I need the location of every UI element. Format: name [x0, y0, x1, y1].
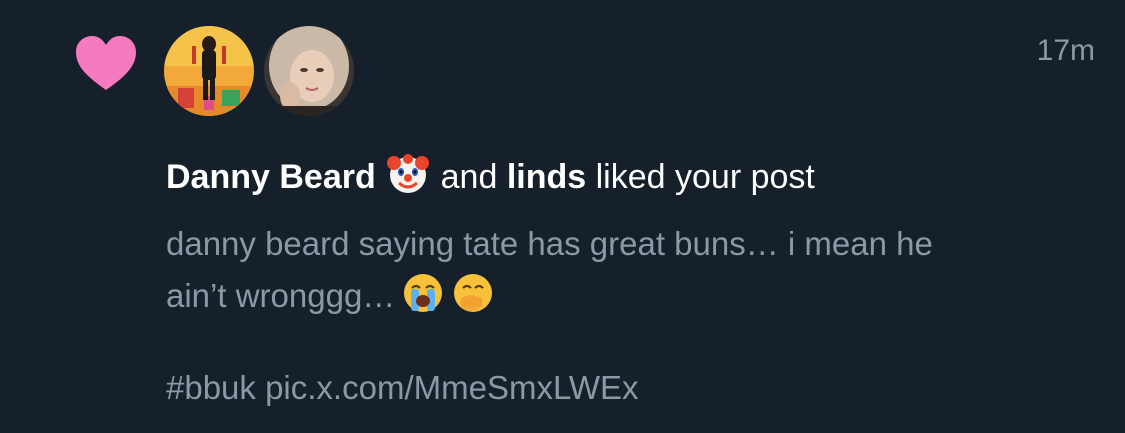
post-text-line-2-wrap: ain’t wronggg…	[166, 270, 1106, 322]
action-text: liked your post	[595, 158, 815, 196]
hand-over-mouth-emoji-icon	[454, 274, 493, 312]
user-name-linds[interactable]: linds	[507, 158, 586, 196]
user-name-danny-beard[interactable]: Danny Beard	[166, 158, 376, 196]
heart-icon	[76, 36, 136, 90]
timestamp: 17m	[1036, 34, 1095, 67]
post-text-line-2: ain’t wronggg…	[166, 277, 396, 314]
avatar-danny-beard[interactable]	[164, 26, 254, 116]
like-notification[interactable]: 17m Danny Beard and linds liked your pos…	[0, 0, 1125, 433]
avatar-linds[interactable]	[264, 26, 354, 116]
conjunction-text: and	[440, 158, 498, 196]
post-tags-link[interactable]: #bbuk pic.x.com/MmeSmxLWEx	[166, 362, 639, 414]
notification-headline: Danny Beard and linds liked your post	[166, 150, 815, 200]
loudly-crying-emoji-icon	[404, 274, 443, 312]
post-preview[interactable]: danny beard saying tate has great buns… …	[166, 218, 1106, 322]
clown-emoji-icon	[387, 154, 430, 193]
post-text-line-1: danny beard saying tate has great buns… …	[166, 225, 933, 262]
